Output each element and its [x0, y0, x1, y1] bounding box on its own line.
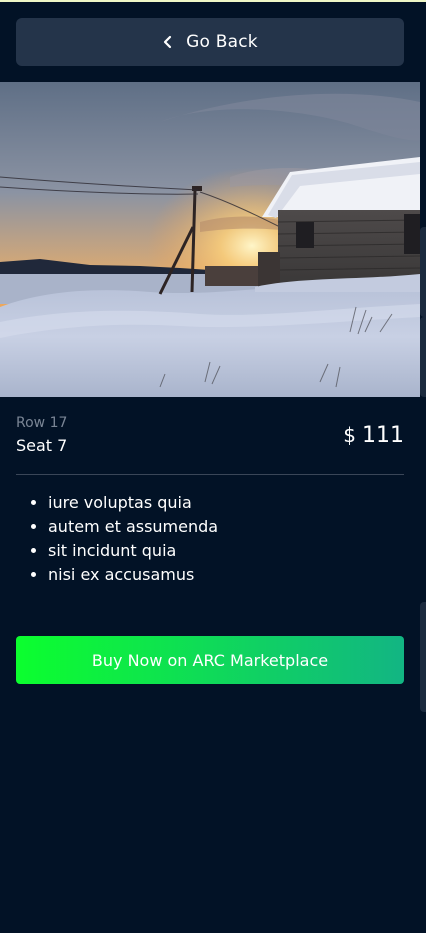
ticket-meta: Row 17 Seat 7 $ 111	[16, 415, 404, 457]
feature-item: nisi ex accusamus	[48, 563, 404, 587]
buy-now-button[interactable]: Buy Now on ARC Marketplace	[16, 636, 404, 684]
seat-label: Seat 7	[16, 436, 68, 455]
feature-item: iure voluptas quia	[48, 491, 404, 515]
side-edge-tab	[420, 227, 426, 317]
ticket-detail-page: Go Back Row 17 Seat 7 $ 111 • iure volup…	[0, 0, 426, 933]
feature-item: sit incidunt quia	[48, 539, 404, 563]
side-edge-tab	[420, 317, 426, 397]
go-back-button[interactable]: Go Back	[16, 18, 404, 66]
feature-list: iure voluptas quia autem et assumenda si…	[16, 491, 404, 587]
buy-now-label: Buy Now on ARC Marketplace	[91, 650, 329, 670]
side-edge-tab	[420, 602, 426, 712]
price-value: 111	[362, 423, 404, 448]
chevron-left-icon	[164, 35, 172, 49]
ticket-image	[0, 82, 420, 397]
ticket-price: $ 111	[343, 423, 404, 448]
divider	[16, 474, 404, 475]
go-back-label: Go Back	[186, 32, 258, 52]
row-label: Row 17	[16, 415, 68, 431]
feature-item: autem et assumenda	[48, 515, 404, 539]
price-currency: $	[343, 423, 356, 447]
